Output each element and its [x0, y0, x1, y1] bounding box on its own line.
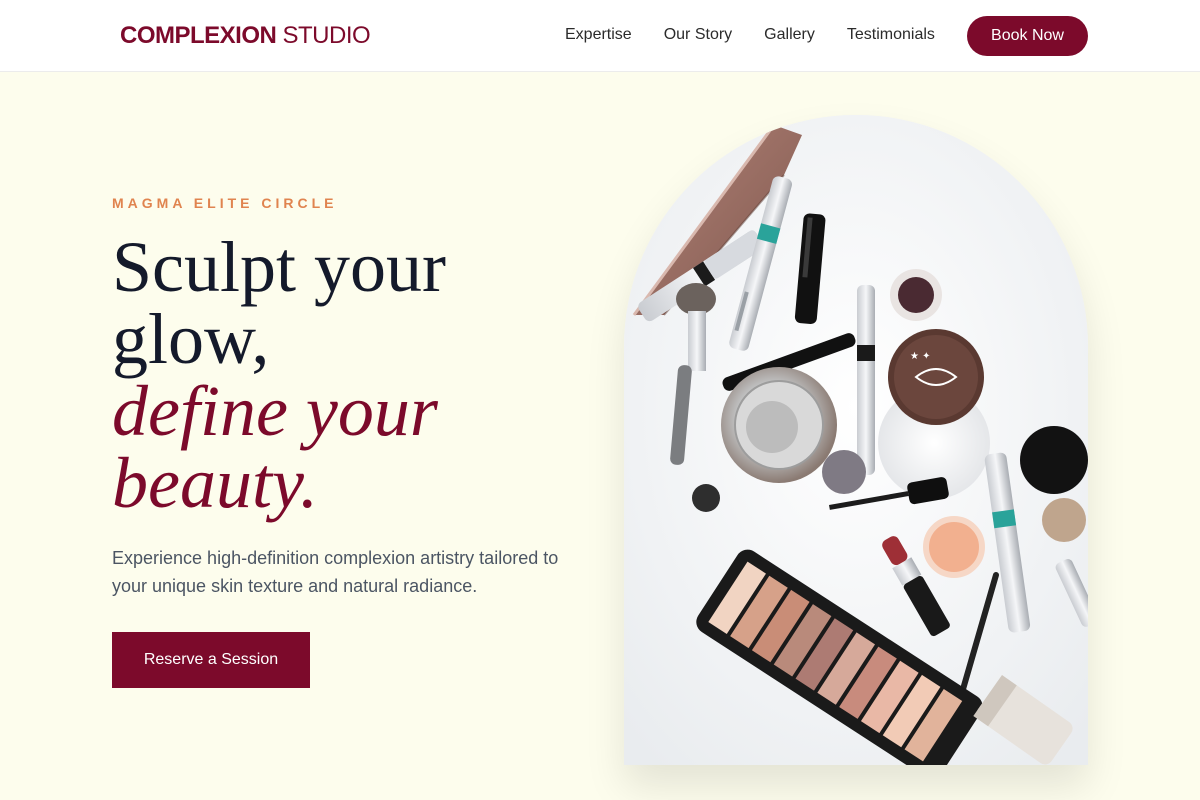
book-now-button[interactable]: Book Now — [967, 16, 1088, 56]
headline-accent-line-2: beauty. — [112, 443, 318, 523]
hero-arch-image: ★ ✦ — [624, 115, 1088, 765]
peach-blush-pot — [923, 516, 985, 578]
headline-accent-line-1: define your — [112, 371, 438, 451]
black-lid-jar — [1020, 426, 1088, 494]
powder-compact — [721, 367, 837, 483]
site-header: COMPLEXION STUDIO Expertise Our Story Ga… — [0, 0, 1200, 72]
site-logo[interactable]: COMPLEXION STUDIO — [120, 21, 371, 51]
hero-description: Experience high-definition complexion ar… — [112, 548, 559, 596]
nav-link-our-story[interactable]: Our Story — [664, 24, 732, 48]
headline-line-1: Sculpt your — [112, 227, 446, 307]
hero-eyebrow: MAGMA ELITE CIRCLE — [112, 195, 338, 211]
small-cap — [692, 484, 720, 512]
nav-link-expertise[interactable]: Expertise — [565, 24, 632, 48]
eyeshadow-pot-brown — [890, 269, 942, 321]
reserve-session-button[interactable]: Reserve a Session — [112, 632, 310, 688]
mascara-tube-3 — [857, 285, 875, 475]
hero-headline: Sculpt your glow, define your beauty. — [112, 231, 592, 519]
svg-text:★ ✦: ★ ✦ — [910, 351, 931, 362]
headline-line-2: glow, — [112, 299, 270, 379]
bronze-pot — [1042, 498, 1086, 542]
makeup-flatlay-illustration: ★ ✦ — [624, 115, 1088, 765]
eyeshadow-pot-grey — [822, 450, 866, 494]
main-nav: Expertise Our Story Gallery Testimonials — [565, 24, 935, 48]
logo-bold-text: COMPLEXION — [120, 22, 277, 49]
loose-powder-jar: ★ ✦ — [878, 329, 990, 499]
logo-light-text: STUDIO — [276, 22, 371, 49]
nav-link-testimonials[interactable]: Testimonials — [847, 24, 935, 48]
nav-link-gallery[interactable]: Gallery — [764, 24, 815, 48]
hero-section: MAGMA ELITE CIRCLE Sculpt your glow, def… — [0, 72, 1200, 800]
